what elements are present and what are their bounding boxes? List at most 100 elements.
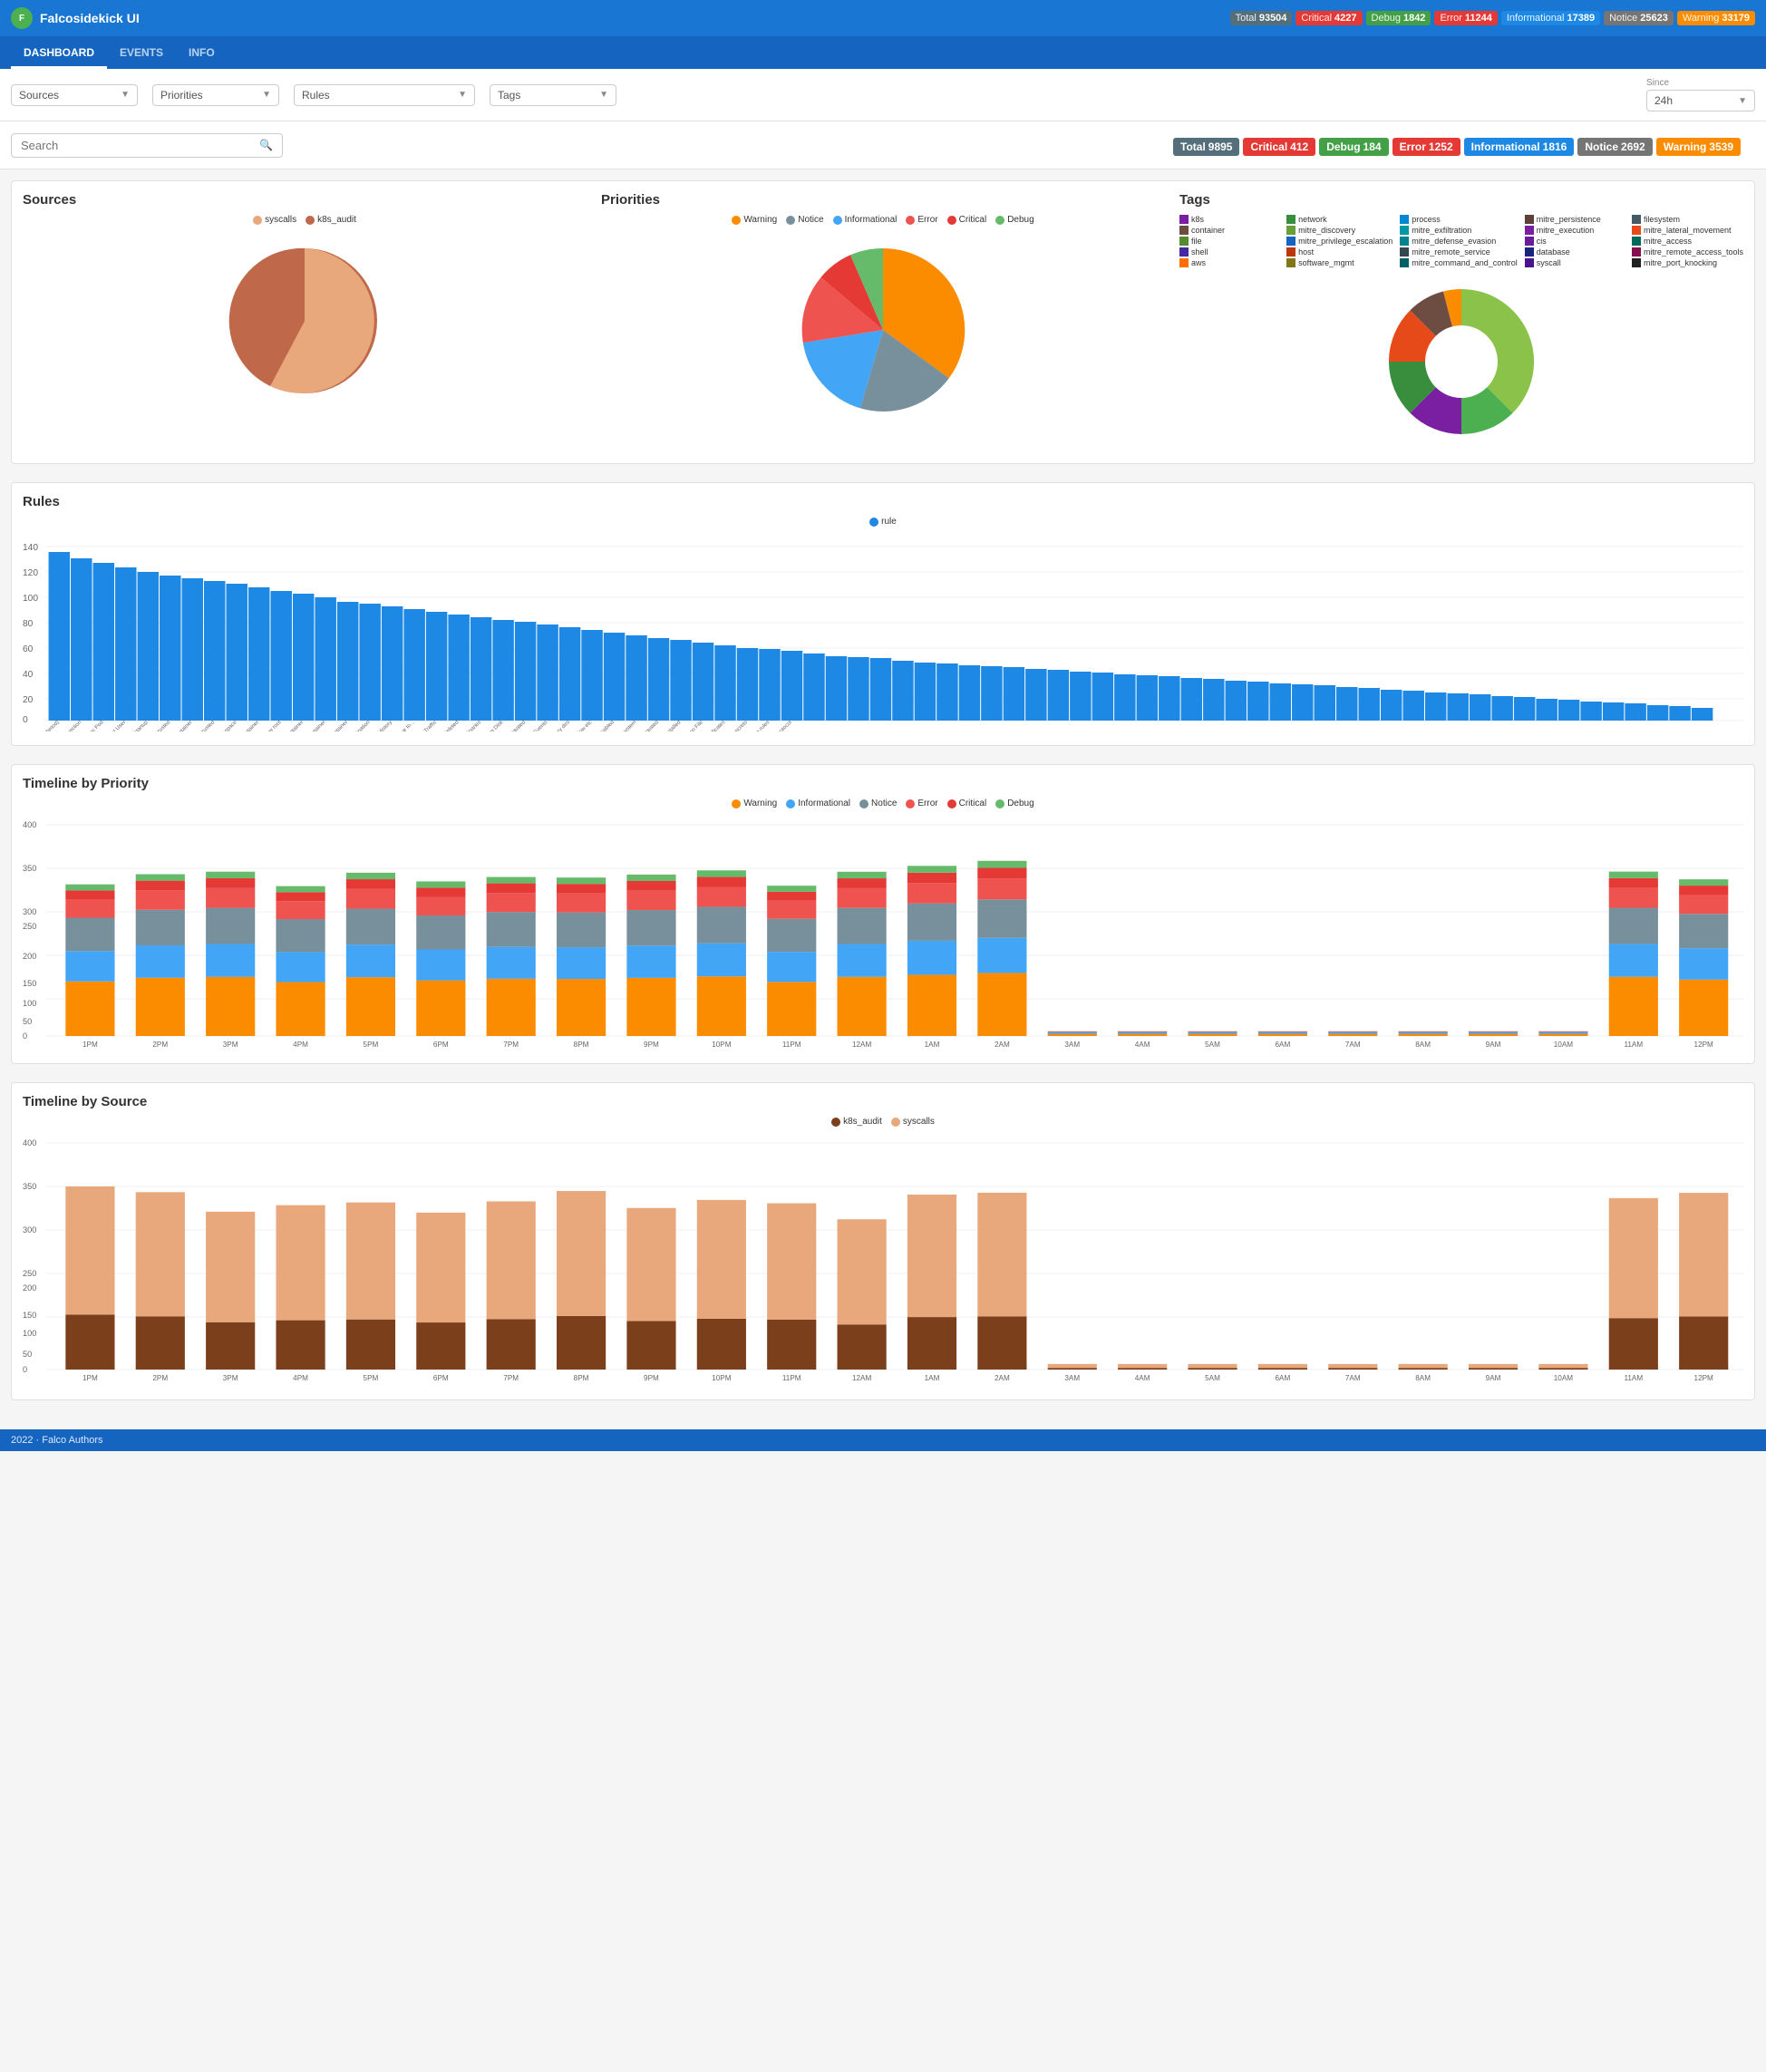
svg-text:40: 40 (23, 670, 34, 680)
svg-text:9PM: 9PM (644, 1374, 659, 1382)
svg-text:6AM: 6AM (1276, 1374, 1291, 1382)
timeline-priority-chart: 400 350 300 250 200 150 100 50 0 1PM2PM3… (23, 814, 1743, 1050)
stat-badge-error: Error11244 (1434, 11, 1497, 25)
svg-text:4PM: 4PM (293, 1374, 308, 1382)
svg-text:7PM: 7PM (503, 1041, 519, 1049)
syscalls-dot (253, 216, 262, 225)
svg-text:9AM: 9AM (1486, 1374, 1501, 1382)
since-arrow-icon: ▼ (1738, 96, 1747, 106)
svg-text:4PM: 4PM (293, 1041, 308, 1049)
legend-k8s-audit: k8s_audit (306, 215, 356, 225)
svg-text:2PM: 2PM (152, 1041, 168, 1049)
timeline-priority-section: Timeline by Priority Warning Information… (11, 764, 1755, 1064)
error-dot (906, 216, 915, 225)
tags-title: Tags (1179, 192, 1743, 208)
summary-stats: Total9895Critical412Debug184Error1252Inf… (1159, 131, 1755, 160)
summary-notice: Notice2692 (1577, 138, 1652, 156)
stat-badge-critical: Critical4227 (1295, 11, 1362, 25)
svg-text:12PM: 12PM (1694, 1041, 1714, 1049)
priorities-pie (783, 230, 983, 430)
svg-text:3PM: 3PM (223, 1374, 238, 1382)
svg-text:80: 80 (23, 619, 34, 629)
main-content: Sources syscalls k8s_audit (0, 169, 1766, 1429)
svg-text:11PM: 11PM (782, 1374, 801, 1382)
priorities-filter[interactable]: Priorities ▼ (152, 84, 279, 106)
svg-text:100: 100 (23, 999, 36, 1008)
svg-text:6PM: 6PM (433, 1041, 449, 1049)
sources-pie (214, 230, 395, 411)
svg-text:12AM: 12AM (852, 1041, 872, 1049)
svg-text:11AM: 11AM (1624, 1374, 1643, 1382)
search-input-wrap[interactable]: 🔍 (11, 133, 283, 158)
stats-bar: Total93504Critical4227Debug1842Error1124… (1230, 11, 1755, 25)
timeline-priority-legend: Warning Informational Notice Error Criti… (23, 799, 1743, 808)
since-group: Since 24h ▼ (1646, 78, 1755, 111)
svg-text:400: 400 (23, 820, 36, 829)
tab-bar: DASHBOARD EVENTS INFO (0, 36, 1766, 69)
svg-text:100: 100 (23, 1329, 36, 1338)
svg-text:120: 120 (23, 568, 38, 578)
k8s-audit-label: k8s_audit (317, 215, 356, 225)
svg-text:3AM: 3AM (1064, 1374, 1080, 1382)
svg-text:1PM: 1PM (82, 1041, 98, 1049)
svg-text:4AM: 4AM (1135, 1374, 1150, 1382)
rules-title: Rules (23, 494, 1743, 509)
svg-text:10AM: 10AM (1554, 1041, 1574, 1049)
search-input[interactable] (21, 139, 254, 152)
svg-text:300: 300 (23, 907, 36, 916)
timeline-source-chart: 400 350 300 250 200 150 100 50 0 1PM2PM3… (23, 1132, 1743, 1386)
critical-dot (947, 216, 956, 225)
svg-text:0: 0 (23, 1365, 27, 1374)
svg-text:2PM: 2PM (152, 1374, 168, 1382)
summary-critical: Critical412 (1243, 138, 1315, 156)
priorities-arrow-icon: ▼ (262, 90, 271, 100)
priorities-panel: Priorities Warning Notice Informational … (601, 192, 1165, 452)
brand-title: Falcosidekick UI (40, 11, 140, 25)
sources-filter[interactable]: Sources ▼ (11, 84, 138, 106)
tab-events[interactable]: EVENTS (107, 39, 176, 69)
svg-text:250: 250 (23, 1269, 36, 1278)
svg-text:8AM: 8AM (1415, 1374, 1431, 1382)
svg-text:3AM: 3AM (1064, 1041, 1080, 1049)
tab-dashboard[interactable]: DASHBOARD (11, 39, 107, 69)
svg-text:12PM: 12PM (1694, 1374, 1714, 1382)
svg-text:10AM: 10AM (1554, 1374, 1574, 1382)
tab-info[interactable]: INFO (176, 39, 228, 69)
stat-badge-warning: Warning33179 (1677, 11, 1755, 25)
svg-text:60: 60 (23, 644, 34, 654)
svg-text:0: 0 (23, 1031, 27, 1041)
svg-text:100: 100 (23, 594, 38, 604)
rules-filter[interactable]: Rules ▼ (294, 84, 475, 106)
top-charts-row: Sources syscalls k8s_audit (11, 180, 1755, 464)
since-filter[interactable]: 24h ▼ (1646, 90, 1755, 111)
svg-text:5PM: 5PM (364, 1374, 379, 1382)
tags-pie (1371, 271, 1552, 452)
footer: 2022 · Falco Authors (0, 1429, 1766, 1451)
svg-text:4AM: 4AM (1135, 1041, 1150, 1049)
svg-text:200: 200 (23, 1283, 36, 1293)
sources-legend: syscalls k8s_audit (23, 215, 587, 225)
tags-filter[interactable]: Tags ▼ (490, 84, 616, 106)
svg-text:6PM: 6PM (433, 1374, 449, 1382)
svg-text:50: 50 (23, 1017, 32, 1026)
svg-text:150: 150 (23, 1311, 36, 1320)
search-icon: 🔍 (259, 139, 273, 151)
svg-text:9AM: 9AM (1486, 1041, 1501, 1049)
svg-text:1PM: 1PM (82, 1374, 98, 1382)
svg-text:200: 200 (23, 952, 36, 961)
priorities-title: Priorities (601, 192, 1165, 208)
summary-error: Error1252 (1392, 138, 1460, 156)
svg-text:5AM: 5AM (1205, 1041, 1220, 1049)
svg-text:7AM: 7AM (1345, 1374, 1361, 1382)
rules-bar-chart: 140 120 100 80 60 40 20 0 Container Drif… (23, 532, 1743, 731)
svg-text:7PM: 7PM (503, 1374, 519, 1382)
svg-text:10PM: 10PM (712, 1041, 732, 1049)
rules-arrow-icon: ▼ (458, 90, 467, 100)
svg-text:10PM: 10PM (712, 1374, 732, 1382)
svg-text:300: 300 (23, 1225, 36, 1234)
svg-text:5PM: 5PM (364, 1041, 379, 1049)
tags-legend: k8s network process mitre_persistence fi… (1179, 215, 1743, 267)
stat-badge-debug: Debug1842 (1366, 11, 1431, 25)
svg-text:400: 400 (23, 1138, 36, 1147)
rules-section: Rules rule 140 120 100 80 60 40 20 0 (11, 482, 1755, 746)
